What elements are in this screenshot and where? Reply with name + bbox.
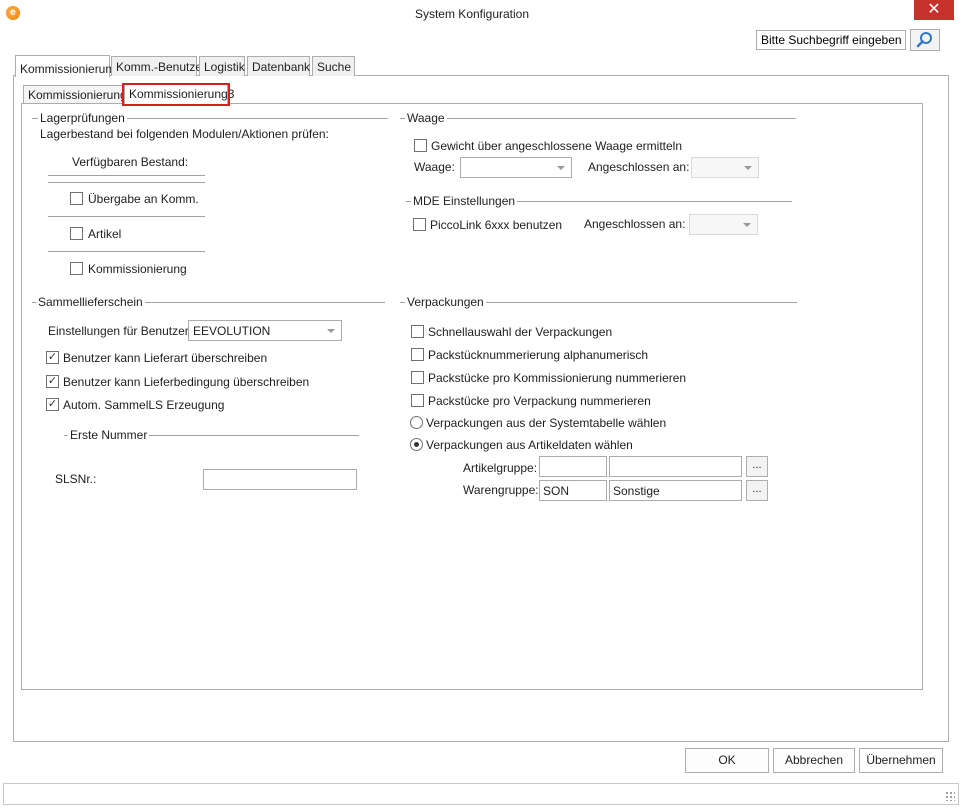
- slsnr-input[interactable]: [203, 469, 357, 490]
- schnellauswahl-label: Schnellauswahl der Verpackungen: [428, 325, 613, 339]
- einstellungen-label: Einstellungen für Benutzer:: [48, 324, 193, 338]
- tab-komm-benutzer[interactable]: Komm.-Benutzer: [111, 56, 206, 76]
- piccolink-checkbox[interactable]: [413, 218, 426, 231]
- divider: [48, 182, 205, 183]
- pro-verpackung-checkbox[interactable]: [411, 394, 424, 407]
- benutzer-dropdown[interactable]: EEVOLUTION: [188, 320, 342, 341]
- alphanumerisch-checkbox[interactable]: [411, 348, 424, 361]
- divider: [48, 175, 205, 176]
- pro-verpackung-label: Packstücke pro Verpackung nummerieren: [428, 394, 651, 408]
- chevron-down-icon: [557, 165, 565, 170]
- artikel-label: Artikel: [88, 227, 122, 241]
- waage-angeschlossen-label: Angeschlossen an:: [588, 160, 690, 174]
- warengruppe-code-input[interactable]: [539, 480, 607, 501]
- subtab-kommissionierung2[interactable]: Kommissionierung2: [23, 85, 133, 103]
- status-bar: [3, 783, 959, 805]
- artikeldaten-radio[interactable]: [410, 438, 423, 451]
- waage-line: [400, 118, 796, 119]
- waage-label: Waage:: [414, 160, 455, 174]
- warengruppe-name-input[interactable]: [609, 480, 742, 501]
- artikelgruppe-code-input[interactable]: [539, 456, 607, 477]
- artikelgruppe-browse-button[interactable]: ...: [746, 456, 768, 477]
- chevron-down-icon: [743, 222, 751, 227]
- autom-sammells-label: Autom. SammelLS Erzeugung: [63, 398, 225, 412]
- subtab-highlight-outline: [122, 83, 230, 106]
- apply-button[interactable]: Übernehmen: [859, 748, 943, 773]
- benutzer-value: EEVOLUTION: [193, 324, 271, 338]
- lieferbedingung-label: Benutzer kann Lieferbedingung überschrei…: [63, 375, 310, 389]
- waage-dropdown[interactable]: [460, 157, 572, 178]
- mde-angeschlossen-label: Angeschlossen an:: [584, 217, 686, 231]
- systemtabelle-label: Verpackungen aus der Systemtabelle wähle…: [426, 416, 667, 430]
- slsnr-label: SLSNr.:: [55, 472, 97, 486]
- gewicht-checkbox[interactable]: [414, 139, 427, 152]
- window-title: System Konfiguration: [414, 7, 530, 21]
- tab-datenbank[interactable]: Datenbank: [247, 56, 310, 76]
- waage-angeschlossen-dropdown[interactable]: [691, 157, 759, 178]
- artikel-checkbox[interactable]: [70, 227, 83, 240]
- tab-kommissionierung[interactable]: Kommissionierung: [15, 55, 119, 77]
- artikeldaten-label: Verpackungen aus Artikeldaten wählen: [426, 438, 633, 452]
- verpackungen-title: Verpackungen: [405, 295, 486, 309]
- systemtabelle-radio[interactable]: [410, 416, 423, 429]
- uebergabe-label: Übergabe an Komm.: [88, 192, 199, 206]
- chevron-down-icon: [327, 328, 335, 333]
- pro-kommissionierung-checkbox[interactable]: [411, 371, 424, 384]
- lieferbedingung-checkbox[interactable]: ✓: [46, 375, 59, 388]
- lieferart-checkbox[interactable]: ✓: [46, 351, 59, 364]
- search-button[interactable]: [910, 29, 940, 51]
- schnellauswahl-checkbox[interactable]: [411, 325, 424, 338]
- lieferart-label: Benutzer kann Lieferart überschreiben: [63, 351, 268, 365]
- artikelgruppe-label: Artikelgruppe:: [463, 461, 538, 475]
- alphanumerisch-label: Packstücknummerierung alphanumerisch: [428, 348, 649, 362]
- divider: [48, 216, 205, 217]
- search-icon: [916, 32, 932, 48]
- tab-logistik[interactable]: Logistik: [199, 56, 245, 76]
- warengruppe-browse-button[interactable]: ...: [746, 480, 768, 501]
- tab-suche[interactable]: Suche: [312, 56, 355, 76]
- close-button[interactable]: ✕: [914, 0, 954, 20]
- gewicht-label: Gewicht über angeschlossene Waage ermitt…: [431, 139, 683, 153]
- uebergabe-checkbox[interactable]: [70, 192, 83, 205]
- pro-kommissionierung-label: Packstücke pro Kommissionierung nummerie…: [428, 371, 687, 385]
- chevron-down-icon: [744, 165, 752, 170]
- piccolink-label: PiccoLink 6xxx benutzen: [430, 218, 563, 232]
- resize-grip-icon[interactable]: [945, 791, 955, 801]
- mde-angeschlossen-dropdown[interactable]: [689, 214, 758, 235]
- divider: [48, 251, 205, 252]
- cancel-button[interactable]: Abbrechen: [773, 748, 855, 773]
- lagerpruefungen-desc: Lagerbestand bei folgenden Modulen/Aktio…: [40, 127, 329, 141]
- erste-nummer-title: Erste Nummer: [68, 428, 150, 442]
- mde-title: MDE Einstellungen: [411, 194, 518, 208]
- waage-title: Waage: [405, 111, 447, 125]
- sammel-title: Sammellieferschein: [36, 295, 145, 309]
- autom-sammells-checkbox[interactable]: ✓: [46, 398, 59, 411]
- verfuegbarer-bestand-header: Verfügbaren Bestand:: [72, 155, 189, 169]
- warengruppe-label: Warengruppe:: [463, 483, 539, 497]
- search-input[interactable]: [756, 30, 906, 50]
- ok-button[interactable]: OK: [685, 748, 769, 773]
- lagerpruefungen-title: Lagerprüfungen: [38, 111, 127, 125]
- kommissionierung-checkbox[interactable]: [70, 262, 83, 275]
- kommissionierung-label: Kommissionierung: [88, 262, 187, 276]
- artikelgruppe-name-input[interactable]: [609, 456, 742, 477]
